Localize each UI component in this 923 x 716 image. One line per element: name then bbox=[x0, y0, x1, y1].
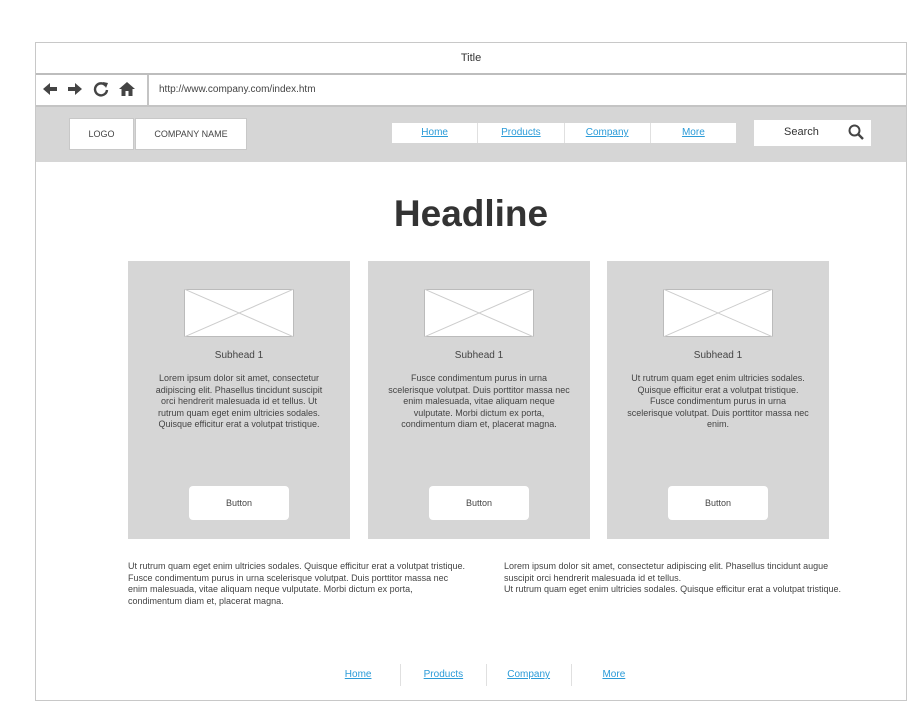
home-icon[interactable] bbox=[118, 80, 136, 104]
nav-products-link[interactable]: Products bbox=[478, 123, 565, 143]
address-bar: http://www.company.com/index.htm bbox=[36, 75, 906, 107]
search-box[interactable]: Search bbox=[754, 120, 871, 146]
footer-more-link[interactable]: More bbox=[572, 664, 656, 686]
company-name: COMPANY NAME bbox=[135, 118, 247, 150]
footer-home-link[interactable]: Home bbox=[316, 664, 402, 686]
nav-more-link[interactable]: More bbox=[651, 123, 736, 143]
card-body: Ut rutrum quam eget enim ultricies sodal… bbox=[627, 373, 809, 429]
footer-company-link[interactable]: Company bbox=[487, 664, 572, 686]
window-title: Title bbox=[460, 52, 482, 64]
magnifier-icon[interactable] bbox=[847, 123, 865, 146]
footer-nav: Home Products Company More bbox=[316, 664, 656, 686]
card-body: Fusce condimentum purus in urna sceleris… bbox=[388, 373, 570, 429]
paragraph-left: Ut rutrum quam eget enim ultricies sodal… bbox=[128, 561, 465, 606]
title-bar: Title bbox=[36, 43, 906, 75]
top-nav: Home Products Company More bbox=[392, 123, 736, 143]
card: Subhead 1 Lorem ipsum dolor sit amet, co… bbox=[128, 261, 350, 539]
logo[interactable]: LOGO bbox=[69, 118, 134, 150]
card-button[interactable]: Button bbox=[189, 486, 289, 520]
search-label: Search bbox=[784, 126, 819, 138]
url-field[interactable]: http://www.company.com/index.htm bbox=[159, 84, 316, 95]
card-subhead: Subhead 1 bbox=[214, 350, 264, 361]
headline: Headline bbox=[393, 193, 549, 234]
card: Subhead 1 Fusce condimentum purus in urn… bbox=[368, 261, 590, 539]
card: Subhead 1 Ut rutrum quam eget enim ultri… bbox=[607, 261, 829, 539]
browser-nav-buttons bbox=[36, 75, 149, 105]
browser-window: Title http://www.company.com/index.htm L… bbox=[35, 42, 907, 701]
image-placeholder bbox=[423, 288, 535, 338]
footer-products-link[interactable]: Products bbox=[401, 664, 487, 686]
back-arrow-icon[interactable] bbox=[41, 80, 59, 104]
image-placeholder bbox=[183, 288, 295, 338]
image-placeholder bbox=[662, 288, 774, 338]
card-button[interactable]: Button bbox=[429, 486, 529, 520]
card-subhead: Subhead 1 bbox=[454, 350, 504, 361]
site-header: LOGO COMPANY NAME Home Products Company … bbox=[36, 107, 906, 162]
nav-home-link[interactable]: Home bbox=[392, 123, 479, 143]
card-subhead: Subhead 1 bbox=[693, 350, 743, 361]
nav-company-link[interactable]: Company bbox=[565, 123, 651, 143]
card-body: Lorem ipsum dolor sit amet, consectetur … bbox=[155, 373, 323, 429]
forward-arrow-icon[interactable] bbox=[66, 80, 84, 104]
card-button[interactable]: Button bbox=[668, 486, 768, 520]
refresh-icon[interactable] bbox=[92, 80, 110, 104]
paragraph-right: Lorem ipsum dolor sit amet, consectetur … bbox=[504, 561, 841, 594]
